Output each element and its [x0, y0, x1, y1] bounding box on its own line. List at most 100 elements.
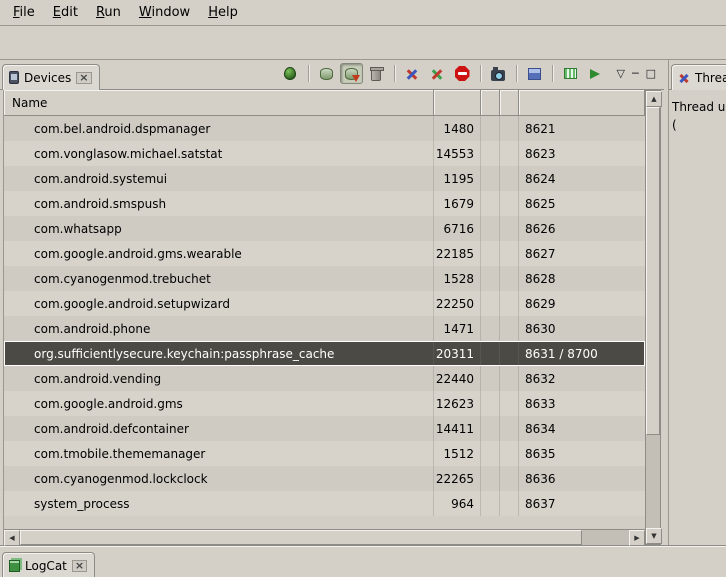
- process-name: com.android.phone: [4, 316, 434, 341]
- table-row[interactable]: com.vonglasow.michael.satstat 14553 8623: [4, 141, 645, 166]
- cell-spacer-1: [481, 316, 500, 341]
- vertical-scrollbar[interactable]: ▲ ▼: [645, 90, 661, 545]
- cell-spacer-1: [481, 241, 500, 266]
- table-row[interactable]: com.bel.android.dspmanager 1480 8621: [4, 116, 645, 141]
- view-menu-icon[interactable]: ▽: [617, 67, 625, 80]
- cell-spacer-1: [481, 191, 500, 216]
- cause-gc-icon[interactable]: [365, 63, 388, 84]
- cell-spacer-1: [481, 466, 500, 491]
- tab-logcat[interactable]: LogCat ×: [2, 552, 95, 577]
- scroll-up-icon[interactable]: ▲: [646, 91, 662, 107]
- device-icon: [9, 71, 19, 84]
- update-threads-icon: [405, 67, 419, 81]
- table-row[interactable]: com.whatsapp 6716 8626: [4, 216, 645, 241]
- table-row[interactable]: com.android.systemui 1195 8624: [4, 166, 645, 191]
- process-name: com.tmobile.thememanager: [4, 441, 434, 466]
- cell-spacer-2: [500, 366, 519, 391]
- column-header-pid[interactable]: [434, 90, 481, 116]
- process-port: 8635: [519, 441, 645, 466]
- capture-system-trace-icon[interactable]: [559, 63, 582, 84]
- cell-spacer-2: [500, 441, 519, 466]
- horizontal-scrollbar-thumb[interactable]: [20, 530, 582, 545]
- process-port: 8623: [519, 141, 645, 166]
- process-name: com.bel.android.dspmanager: [4, 116, 434, 141]
- menu-help[interactable]: Help: [199, 1, 247, 24]
- start-opengl-trace-icon[interactable]: [584, 63, 607, 84]
- threads-view-header: Threads: [669, 60, 726, 90]
- process-pid: 1195: [434, 166, 481, 191]
- debug-process-icon[interactable]: [279, 63, 302, 84]
- cell-spacer-2: [500, 116, 519, 141]
- minimize-view-icon[interactable]: ─: [632, 67, 639, 80]
- cell-spacer-2: [500, 266, 519, 291]
- tab-threads-label: Threads: [695, 71, 726, 85]
- table-row[interactable]: com.tmobile.thememanager 1512 8635: [4, 441, 645, 466]
- process-port: 8626: [519, 216, 645, 241]
- process-name: com.android.smspush: [4, 191, 434, 216]
- stop-process-icon: [455, 66, 470, 81]
- horizontal-scrollbar-track[interactable]: [582, 530, 629, 545]
- cell-spacer-1: [481, 166, 500, 191]
- process-port: 8636: [519, 466, 645, 491]
- cell-spacer-1: [481, 141, 500, 166]
- cell-spacer-1: [481, 391, 500, 416]
- close-icon[interactable]: ×: [72, 560, 87, 572]
- start-method-profiling-icon: [430, 67, 444, 81]
- table-row[interactable]: com.google.android.gms.wearable 22185 86…: [4, 241, 645, 266]
- update-heap-icon[interactable]: [315, 63, 338, 84]
- table-row[interactable]: system_process 964 8637: [4, 491, 645, 516]
- process-name: com.android.defcontainer: [4, 416, 434, 441]
- table-row[interactable]: com.google.android.gms 12623 8633: [4, 391, 645, 416]
- table-row[interactable]: com.android.phone 1471 8630: [4, 316, 645, 341]
- start-method-profiling-icon[interactable]: [426, 63, 449, 84]
- cell-spacer-2: [500, 391, 519, 416]
- process-pid: 1512: [434, 441, 481, 466]
- stop-process-icon[interactable]: [451, 63, 474, 84]
- close-icon[interactable]: ×: [76, 72, 91, 84]
- table-row[interactable]: com.android.smspush 1679 8625: [4, 191, 645, 216]
- dump-hprof-icon[interactable]: [340, 63, 363, 84]
- column-header-name[interactable]: Name: [4, 90, 434, 116]
- vertical-scrollbar-thumb[interactable]: [646, 107, 660, 435]
- tab-devices[interactable]: Devices ×: [2, 64, 100, 90]
- cause-gc-icon: [371, 70, 381, 81]
- process-name: com.google.android.gms: [4, 391, 434, 416]
- scroll-down-icon[interactable]: ▼: [646, 528, 662, 544]
- dump-view-hierarchy-icon[interactable]: [523, 63, 546, 84]
- cell-spacer-1: [481, 116, 500, 141]
- menu-window[interactable]: Window: [130, 1, 199, 24]
- menu-run[interactable]: Run: [87, 1, 130, 24]
- screen-capture-icon[interactable]: [487, 63, 510, 84]
- table-row[interactable]: com.cyanogenmod.lockclock 22265 8636: [4, 466, 645, 491]
- process-name: com.vonglasow.michael.satstat: [4, 141, 434, 166]
- update-threads-icon[interactable]: [401, 63, 424, 84]
- process-port: 8625: [519, 191, 645, 216]
- process-pid: 964: [434, 491, 481, 516]
- cell-spacer-2: [500, 491, 519, 516]
- process-port: 8627: [519, 241, 645, 266]
- cell-spacer-2: [500, 241, 519, 266]
- menu-edit[interactable]: Edit: [44, 1, 87, 24]
- devices-table-main: Name com.bel.android.dspmanager 1480 862…: [3, 90, 645, 545]
- scroll-left-icon[interactable]: ◀: [4, 530, 20, 546]
- process-name: com.android.systemui: [4, 166, 434, 191]
- scroll-right-icon[interactable]: ▶: [629, 530, 645, 546]
- tab-threads[interactable]: Threads: [671, 64, 726, 90]
- cell-spacer-1: [481, 341, 500, 366]
- table-row[interactable]: com.android.vending 22440 8632: [4, 366, 645, 391]
- table-row[interactable]: com.cyanogenmod.trebuchet 1528 8628: [4, 266, 645, 291]
- maximize-view-icon[interactable]: □: [646, 67, 656, 80]
- table-row[interactable]: org.sufficientlysecure.keychain:passphra…: [4, 341, 645, 366]
- menu-file[interactable]: File: [4, 1, 44, 24]
- capture-system-trace-icon: [564, 68, 577, 79]
- toolbar-separator: [308, 65, 309, 82]
- devices-view: Devices × ▽ ─ □ Name com.bel.android.: [0, 60, 664, 545]
- column-header-port[interactable]: [519, 90, 645, 116]
- vertical-scrollbar-track[interactable]: [646, 435, 660, 528]
- toolbar-separator: [516, 65, 517, 82]
- table-row[interactable]: com.android.defcontainer 14411 8634: [4, 416, 645, 441]
- horizontal-scrollbar[interactable]: ◀ ▶: [4, 529, 645, 545]
- devices-toolbar: [279, 63, 607, 89]
- table-row[interactable]: com.google.android.setupwizard 22250 862…: [4, 291, 645, 316]
- process-pid: 1528: [434, 266, 481, 291]
